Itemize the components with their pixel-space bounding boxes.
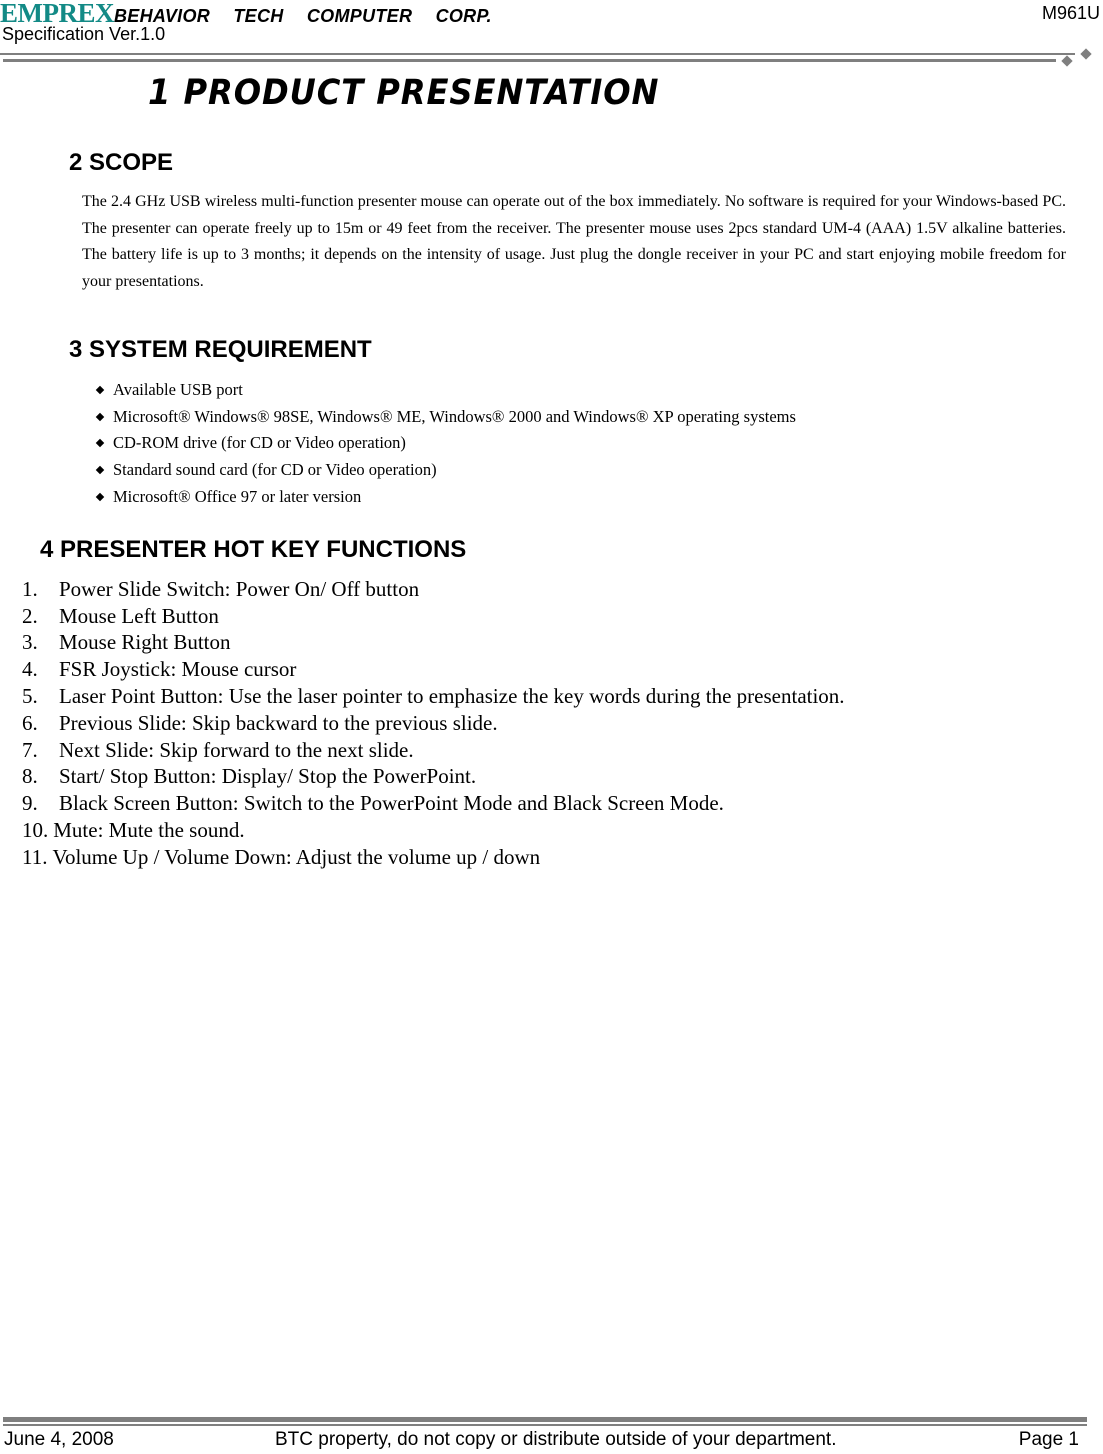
list-item-text: FSR Joystick: Mouse cursor	[59, 657, 297, 682]
section-heading-hot-keys: 4 PRESENTER HOT KEY FUNCTIONS	[40, 536, 467, 563]
list-item-text: Microsoft® Windows® 98SE, Windows® ME, W…	[113, 406, 796, 426]
list-item: 9. Black Screen Button: Switch to the Pow…	[22, 790, 845, 817]
footer-notice: BTC property, do not copy or distribute …	[275, 1429, 837, 1450]
list-item-text: Microsoft® Office 97 or later version	[113, 486, 362, 506]
list-item: 4. FSR Joystick: Mouse cursor	[22, 656, 845, 683]
diamond-bullet-icon	[95, 492, 105, 501]
system-requirement-list: Available USB port Microsoft® Windows® 9…	[95, 377, 796, 510]
diamond-ornament-icon	[1061, 55, 1073, 67]
section-heading-system-requirement: 3 SYSTEM REQUIREMENT	[69, 336, 372, 363]
list-item-text: Power Slide Switch: Power On/ Off button	[59, 576, 420, 601]
hot-key-list: 1. Power Slide Switch: Power On/ Off butt…	[22, 576, 845, 871]
item-number: 7.	[22, 737, 38, 762]
footer-rule-bottom	[3, 1424, 1087, 1426]
list-item-text: Mute: Mute the sound.	[53, 818, 245, 843]
item-number: 8.	[22, 764, 38, 789]
list-item-text: Mouse Left Button	[59, 603, 219, 628]
list-item: 5. Laser Point Button: Use the laser poin…	[22, 683, 845, 710]
diamond-ornament-icon	[1080, 48, 1092, 60]
diamond-bullet-icon	[95, 465, 105, 475]
model-number: M961U	[1041, 3, 1100, 23]
footer-date: June 4, 2008	[4, 1429, 114, 1450]
item-number: 10.	[22, 818, 49, 843]
list-item-text: Laser Point Button: Use the laser pointe…	[59, 684, 845, 709]
item-number: 4.	[22, 657, 38, 682]
list-item-text: Start/ Stop Button: Display/ Stop the Po…	[59, 764, 477, 789]
item-number: 3.	[22, 630, 38, 655]
footer-rule-top	[3, 1417, 1087, 1422]
section-heading-scope: 2 SCOPE	[69, 149, 174, 176]
list-item-text: CD-ROM drive (for CD or Video operation)	[113, 433, 406, 453]
diamond-bullet-icon	[95, 439, 105, 448]
item-number: 6.	[22, 710, 38, 735]
list-item: 1. Power Slide Switch: Power On/ Off butt…	[22, 576, 845, 603]
header-rule-bottom	[3, 59, 1056, 62]
item-number: 1.	[22, 576, 38, 601]
list-item: Microsoft® Windows® 98SE, Windows® ME, W…	[95, 404, 796, 431]
item-number: 2.	[22, 603, 38, 628]
list-item-text: Standard sound card (for CD or Video ope…	[113, 460, 437, 480]
header-rule-top	[0, 53, 1075, 55]
diamond-bullet-icon	[95, 412, 105, 422]
page-number: Page 1	[1018, 1429, 1079, 1450]
list-item: 3. Mouse Right Button	[22, 630, 845, 657]
item-number: 11.	[22, 844, 48, 869]
list-item: 7. Next Slide: Skip forward to the next s…	[22, 737, 845, 764]
list-item: 2. Mouse Left Button	[22, 603, 845, 630]
list-item-text: Mouse Right Button	[59, 630, 231, 655]
list-item-text: Available USB port	[113, 380, 243, 400]
list-item: Standard sound card (for CD or Video ope…	[95, 457, 796, 484]
spec-version: Specification Ver.1.0	[2, 24, 166, 44]
page-title: 1 PRODUCT PRESENTATION	[148, 73, 660, 113]
list-item: CD-ROM drive (for CD or Video operation)	[95, 430, 796, 457]
list-item: Available USB port	[95, 377, 796, 404]
list-item-text: Black Screen Button: Switch to the Power…	[59, 791, 724, 816]
diamond-bullet-icon	[95, 386, 105, 395]
list-item: 6. Previous Slide: Skip backward to the p…	[22, 710, 845, 737]
list-item: Microsoft® Office 97 or later version	[95, 483, 796, 510]
item-number: 5.	[22, 684, 38, 709]
list-item-text: Next Slide: Skip forward to the next sli…	[59, 737, 414, 762]
scope-paragraph: The 2.4 GHz USB wireless multi-function …	[82, 193, 1066, 290]
list-item-text: Previous Slide: Skip backward to the pre…	[59, 710, 498, 735]
company-name: BEHAVIOR TECH COMPUTER CORP.	[114, 6, 492, 26]
list-item: 11. Volume Up / Volume Down: Adjust the v…	[22, 844, 845, 871]
list-item: 8. Start/ Stop Button: Display/ Stop the …	[22, 764, 845, 791]
list-item-text: Volume Up / Volume Down: Adjust the volu…	[52, 844, 541, 869]
item-number: 9.	[22, 791, 38, 816]
list-item: 10. Mute: Mute the sound.	[22, 817, 845, 844]
